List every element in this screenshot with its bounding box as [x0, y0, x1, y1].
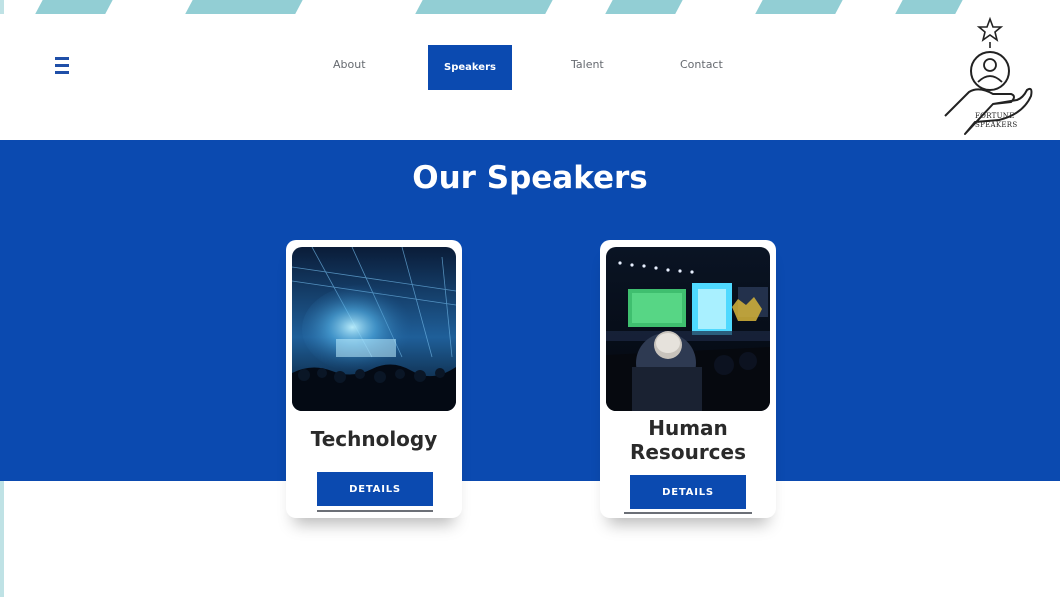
nav-link-about[interactable]: About [333, 58, 366, 71]
logo-text-line1: FORTUNE [975, 112, 1015, 120]
logo-text-line2: SPEAKERS [975, 121, 1018, 129]
hamburger-menu-icon[interactable] [55, 55, 69, 77]
section-title: Our Speakers [412, 160, 648, 196]
card-title-human-resources: Human Resources [600, 416, 776, 464]
speaker-card-human-resources[interactable]: Human Resources DETAILS [600, 240, 776, 518]
decorative-top-stripes [0, 0, 1060, 14]
technology-card-image [292, 247, 456, 411]
card-title-line2: Resources [629, 440, 747, 464]
card-title-technology: Technology [310, 427, 438, 451]
nav-link-speakers-label: Speakers [444, 62, 496, 73]
site-header: About Speakers Talent Contact FORTUNE SP… [0, 14, 1060, 140]
details-button-technology[interactable]: DETAILS [317, 472, 433, 506]
human-resources-card-image [606, 247, 770, 411]
details-button-human-resources[interactable]: DETAILS [630, 475, 746, 509]
details-button-label: DETAILS [662, 486, 714, 498]
card-title-line1: Human [648, 416, 728, 440]
nav-link-talent[interactable]: Talent [571, 58, 604, 71]
button-underline [317, 510, 433, 512]
fortune-speakers-logo[interactable]: FORTUNE SPEAKERS [935, 16, 1045, 140]
nav-link-speakers[interactable]: Speakers [428, 45, 512, 90]
button-underline [624, 512, 752, 514]
logo-text: FORTUNE SPEAKERS [975, 112, 1017, 130]
details-button-label: DETAILS [349, 483, 401, 495]
nav-link-contact[interactable]: Contact [680, 58, 723, 71]
speaker-card-technology[interactable]: Technology DETAILS [286, 240, 462, 518]
